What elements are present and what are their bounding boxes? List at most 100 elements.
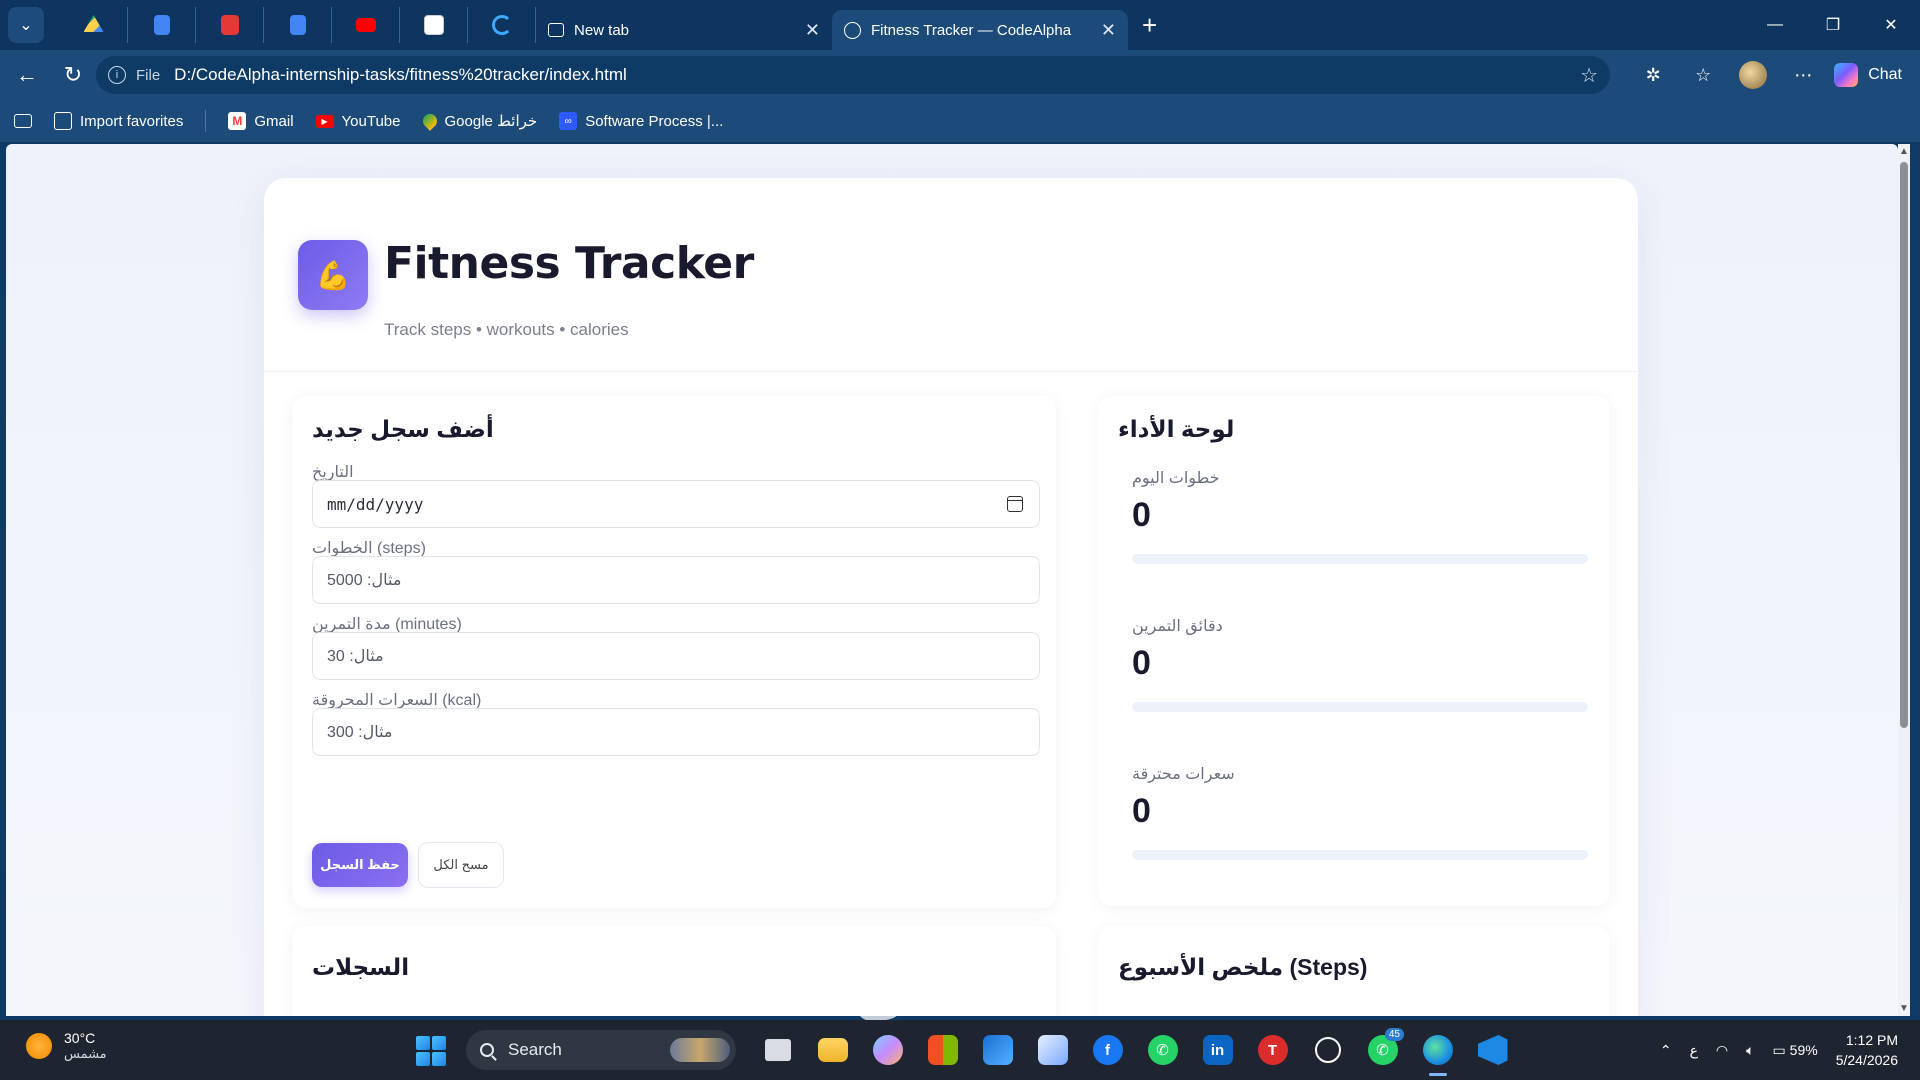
clock-time: 1:12 PM xyxy=(1845,1032,1898,1048)
favorite-gmail[interactable]: M Gmail xyxy=(228,112,294,130)
copilot-apps-icon xyxy=(872,1035,903,1065)
pinned-tabs xyxy=(60,7,536,43)
new-tab-plus-icon[interactable]: + xyxy=(1142,10,1157,41)
tab-fitness-tracker[interactable]: Fitness Tracker — CodeAlpha ✕ xyxy=(832,10,1128,50)
restore-icon[interactable]: ❐ xyxy=(1804,15,1862,35)
show-hidden-icons-chevron-icon[interactable]: ⌃ xyxy=(1660,1042,1672,1059)
stat-value: 0 xyxy=(1132,792,1151,830)
windows-start-icon[interactable] xyxy=(416,1036,446,1066)
close-icon[interactable]: ✕ xyxy=(1101,20,1116,41)
taskbar-search[interactable]: Search xyxy=(466,1030,736,1070)
system-tray: ⌃ ع ◠ 🔈︎ ▭ 59% 1:12 PM 5/24/2026 xyxy=(1660,1020,1920,1080)
reading-view-icon[interactable] xyxy=(14,114,32,128)
notification-badge: 45 xyxy=(1384,1028,1404,1041)
info-icon[interactable]: i xyxy=(108,66,126,84)
taskbar-app-photos[interactable] xyxy=(1025,1020,1080,1080)
tab-new-tab[interactable]: New tab ✕ xyxy=(536,10,832,50)
taskbar-app-linkedin[interactable]: in xyxy=(1190,1020,1245,1080)
taskbar-app-apps[interactable] xyxy=(860,1020,915,1080)
date-input[interactable]: mm/dd/yyyy xyxy=(312,480,1040,528)
logo-emoji: 💪 xyxy=(315,259,351,291)
taskbar-app-whatsapp-business[interactable]: ✆ 45 xyxy=(1355,1020,1410,1080)
taskbar-app-explorer[interactable] xyxy=(750,1020,805,1080)
todoist-icon: T xyxy=(1257,1035,1288,1065)
pinned-tab-docs[interactable] xyxy=(128,7,196,43)
file-explorer-icon xyxy=(764,1039,791,1061)
clock-date: 5/24/2026 xyxy=(1835,1052,1898,1068)
favorite-youtube[interactable]: ▶ YouTube xyxy=(315,113,401,130)
steps-input[interactable]: مثال: 5000 xyxy=(312,556,1040,604)
pinned-tab-drive[interactable] xyxy=(60,7,128,43)
refresh-icon[interactable]: ↻ xyxy=(58,62,88,88)
calendar-icon[interactable] xyxy=(1007,496,1023,512)
scroll-up-arrow-icon[interactable]: ▲ xyxy=(1899,146,1909,157)
minutes-input[interactable]: مثال: 30 xyxy=(312,632,1040,680)
back-arrow-icon[interactable]: ← xyxy=(12,62,42,88)
taskbar-app-mail[interactable] xyxy=(970,1020,1025,1080)
copilot-chat-button[interactable]: Chat xyxy=(1834,63,1902,87)
date-placeholder: mm/dd/yyyy xyxy=(327,494,424,514)
tab-strip: ⌄ New tab ✕ Fitness Tracker — CodeAlpha … xyxy=(0,0,1920,50)
toolbar-right: ✲ ☆ ⋯ Chat xyxy=(1628,50,1920,100)
whatsapp-icon: ✆ xyxy=(1147,1035,1178,1065)
vscode-icon xyxy=(1477,1035,1508,1065)
address-bar[interactable]: i File D:/CodeAlpha-internship-tasks/fit… xyxy=(96,56,1610,94)
favorites-icon[interactable]: ☆ xyxy=(1678,65,1728,86)
weather-temp: 30°C xyxy=(64,1030,96,1046)
taskbar-app-chatgpt[interactable] xyxy=(1300,1020,1355,1080)
favorite-software-process[interactable]: ∞ Software Process |... xyxy=(559,112,723,130)
taskbar-app-edge[interactable] xyxy=(1410,1020,1465,1080)
input-language[interactable]: ع xyxy=(1690,1042,1698,1059)
pinned-tab-youtube[interactable] xyxy=(332,7,400,43)
records-panel: السجلات xyxy=(292,926,1056,1016)
clock[interactable]: 1:12 PM 5/24/2026 xyxy=(1836,1030,1898,1070)
clear-all-button[interactable]: مسح الكل xyxy=(418,842,504,888)
taskbar-app-todoist[interactable]: T xyxy=(1245,1020,1300,1080)
favorite-star-icon[interactable]: ☆ xyxy=(1580,63,1598,88)
gmail-icon: M xyxy=(228,112,247,130)
taskbar-app-facebook[interactable]: f xyxy=(1080,1020,1135,1080)
profile-avatar[interactable] xyxy=(1739,61,1768,89)
favorite-maps[interactable]: Google خرائط xyxy=(419,111,537,131)
minimize-icon[interactable]: — xyxy=(1746,16,1804,34)
taskbar-app-vscode[interactable] xyxy=(1465,1020,1520,1080)
battery-percent: 59% xyxy=(1789,1041,1818,1058)
stat-steps-today: خطوات اليوم 0 xyxy=(1118,458,1590,588)
window-controls: — ❐ ✕ xyxy=(1746,0,1920,50)
tab-actions-menu-icon[interactable]: ⌄ xyxy=(8,7,44,43)
more-options-icon[interactable]: ⋯ xyxy=(1778,65,1828,86)
extensions-icon[interactable]: ✲ xyxy=(1628,65,1678,86)
window-close-icon[interactable]: ✕ xyxy=(1862,15,1920,35)
stat-value: 0 xyxy=(1132,644,1151,682)
stat-calories-burned: سعرات محترقة 0 xyxy=(1118,754,1590,884)
pinned-tab-pdf[interactable] xyxy=(196,7,264,43)
app-header: 💪 Fitness Tracker Track steps • workouts… xyxy=(264,178,1638,372)
url-text[interactable]: D:/CodeAlpha-internship-tasks/fitness%20… xyxy=(174,65,627,85)
taskbar-app-whatsapp[interactable]: ✆ xyxy=(1135,1020,1190,1080)
stat-workout-minutes: دقائق التمرين 0 xyxy=(1118,606,1590,736)
close-icon[interactable]: ✕ xyxy=(805,20,820,41)
favorite-label: Software Process |... xyxy=(585,112,724,130)
pinned-tab-docs-2[interactable] xyxy=(264,7,332,43)
pinned-tab-edge[interactable] xyxy=(468,7,536,43)
save-record-button[interactable]: حفظ السجل xyxy=(312,843,408,887)
favorites-bar: Import favorites M Gmail ▶ YouTube Googl… xyxy=(0,100,1920,142)
taskbar-app-folder[interactable] xyxy=(805,1020,860,1080)
pinned-tab-page[interactable] xyxy=(400,7,468,43)
volume-icon[interactable]: 🔈︎ xyxy=(1746,1042,1754,1059)
page-viewport: 💪 Fitness Tracker Track steps • workouts… xyxy=(6,144,1898,1016)
weather-widget[interactable]: 30°C مشمس xyxy=(26,1030,107,1062)
page-title: Fitness Tracker xyxy=(384,238,754,289)
page-scrollbar[interactable]: ▲ ▼ xyxy=(1898,144,1910,1016)
battery-indicator[interactable]: ▭ 59% xyxy=(1773,1042,1818,1059)
weekly-summary-panel: ملخص الأسبوع (Steps) xyxy=(1098,926,1610,1016)
favorite-import[interactable]: Import favorites xyxy=(54,112,183,130)
scroll-down-arrow-icon[interactable]: ▼ xyxy=(1899,1003,1909,1014)
google-docs-icon xyxy=(153,15,170,35)
scrollbar-thumb[interactable] xyxy=(1900,162,1908,728)
wifi-icon[interactable]: ◠ xyxy=(1716,1042,1728,1059)
taskbar-app-store[interactable] xyxy=(915,1020,970,1080)
taskbar-apps: f ✆ in T ✆ 45 xyxy=(750,1020,1520,1080)
stat-progress-bar xyxy=(1132,850,1588,860)
calories-input[interactable]: مثال: 300 xyxy=(312,708,1040,756)
